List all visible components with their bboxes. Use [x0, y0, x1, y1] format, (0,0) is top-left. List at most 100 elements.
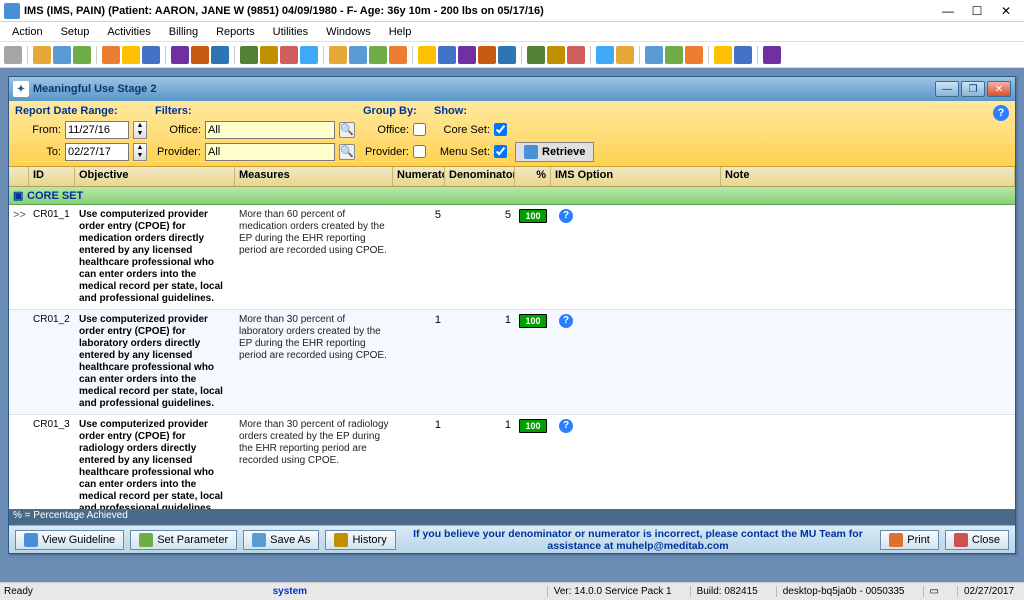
collapse-icon[interactable]: ▣	[13, 189, 27, 202]
menu-billing[interactable]: Billing	[161, 24, 206, 40]
toolbar-icon[interactable]	[714, 46, 732, 64]
menu-help[interactable]: Help	[381, 24, 420, 40]
toolbar-icon[interactable]	[596, 46, 614, 64]
child-window: ✦ Meaningful Use Stage 2 — ❐ ✕ Report Da…	[8, 76, 1016, 554]
th-percent[interactable]: %	[515, 167, 551, 186]
row-help-icon[interactable]: ?	[559, 419, 573, 433]
row-objective: Use computerized provider order entry (C…	[75, 417, 235, 509]
groupby-office-label: Office:	[363, 124, 409, 136]
toolbar-icon[interactable]	[33, 46, 51, 64]
save-as-button[interactable]: Save As	[243, 530, 319, 550]
office-lookup-icon[interactable]: 🔍	[339, 122, 355, 138]
row-measures: More than 30 percent of radiology orders…	[235, 417, 393, 509]
toolbar-icon[interactable]	[349, 46, 367, 64]
toolbar-icon[interactable]	[122, 46, 140, 64]
button-bar: View Guideline Set Parameter Save As His…	[9, 525, 1015, 553]
toolbar-icon[interactable]	[369, 46, 387, 64]
menu-windows[interactable]: Windows	[318, 24, 379, 40]
menu-action[interactable]: Action	[4, 24, 51, 40]
toolbar-icon[interactable]	[685, 46, 703, 64]
th-denominator[interactable]: Denominator	[445, 167, 515, 186]
guideline-icon	[24, 533, 38, 547]
th-imsoption[interactable]: IMS Option	[551, 167, 721, 186]
provider-input[interactable]	[205, 143, 335, 161]
maximize-button[interactable]	[963, 2, 991, 20]
toolbar-icon[interactable]	[280, 46, 298, 64]
toolbar-icon[interactable]	[458, 46, 476, 64]
toolbar-icon[interactable]	[438, 46, 456, 64]
status-version: Ver: 14.0.0 Service Pack 1	[547, 586, 678, 597]
child-minimize-button[interactable]: —	[935, 81, 959, 97]
to-date-input[interactable]	[65, 143, 129, 161]
th-numerator[interactable]: Numerator	[393, 167, 445, 186]
table-row[interactable]: CR01_3Use computerized provider order en…	[9, 415, 1015, 509]
table-body[interactable]: ▣ CORE SET >>CR01_1Use computerized prov…	[9, 187, 1015, 509]
minimize-button[interactable]	[934, 2, 962, 20]
table-row[interactable]: CR01_2Use computerized provider order en…	[9, 310, 1015, 415]
print-button[interactable]: Print	[880, 530, 939, 550]
from-date-spinner[interactable]: ▲▼	[133, 121, 147, 139]
toolbar-icon[interactable]	[665, 46, 683, 64]
groupby-provider-checkbox[interactable]	[413, 145, 426, 158]
row-help-icon[interactable]: ?	[559, 314, 573, 328]
provider-lookup-icon[interactable]: 🔍	[339, 144, 355, 160]
child-restore-button[interactable]: ❐	[961, 81, 985, 97]
th-measures[interactable]: Measures	[235, 167, 393, 186]
row-objective: Use computerized provider order entry (C…	[75, 312, 235, 412]
menu-reports[interactable]: Reports	[208, 24, 263, 40]
from-date-input[interactable]	[65, 121, 129, 139]
office-input[interactable]	[205, 121, 335, 139]
toolbar-icon[interactable]	[102, 46, 120, 64]
set-parameter-button[interactable]: Set Parameter	[130, 530, 237, 550]
toolbar-icon[interactable]	[191, 46, 209, 64]
toolbar-icon[interactable]	[763, 46, 781, 64]
menu-activities[interactable]: Activities	[99, 24, 158, 40]
toolbar-icon[interactable]	[4, 46, 22, 64]
groupby-provider-label: Provider:	[363, 146, 409, 158]
toolbar-icon[interactable]	[478, 46, 496, 64]
groupby-office-checkbox[interactable]	[413, 123, 426, 136]
toolbar-icon[interactable]	[734, 46, 752, 64]
close-app-button[interactable]	[992, 2, 1020, 20]
toolbar-icon[interactable]	[142, 46, 160, 64]
row-percent: 100	[515, 207, 551, 307]
toolbar-icon[interactable]	[53, 46, 71, 64]
table-row[interactable]: >>CR01_1Use computerized provider order …	[9, 205, 1015, 310]
toolbar-icon[interactable]	[418, 46, 436, 64]
toolbar-icon[interactable]	[645, 46, 663, 64]
toolbar-icon[interactable]	[616, 46, 634, 64]
toolbar-icon[interactable]	[547, 46, 565, 64]
help-icon[interactable]: ?	[993, 105, 1009, 121]
th-note[interactable]: Note	[721, 167, 1015, 186]
menu-setup[interactable]: Setup	[53, 24, 98, 40]
toolbar-icon[interactable]	[211, 46, 229, 64]
history-button[interactable]: History	[325, 530, 395, 550]
th-id[interactable]: ID	[29, 167, 75, 186]
row-imsoption: ?	[551, 312, 721, 412]
toolbar-icon[interactable]	[567, 46, 585, 64]
coreset-group-header[interactable]: ▣ CORE SET	[9, 187, 1015, 205]
menuset-checkbox[interactable]	[494, 145, 507, 158]
th-objective[interactable]: Objective	[75, 167, 235, 186]
coreset-checkbox[interactable]	[494, 123, 507, 136]
row-note	[721, 417, 1015, 509]
view-guideline-button[interactable]: View Guideline	[15, 530, 124, 550]
status-ready: Ready	[4, 586, 33, 597]
toolbar-icon[interactable]	[329, 46, 347, 64]
row-help-icon[interactable]: ?	[559, 209, 573, 223]
retrieve-button[interactable]: Retrieve	[515, 142, 594, 162]
toolbar-icon[interactable]	[240, 46, 258, 64]
child-close-button[interactable]: ✕	[987, 81, 1011, 97]
toolbar-icon[interactable]	[527, 46, 545, 64]
toolbar-icon[interactable]	[498, 46, 516, 64]
toolbar-icon[interactable]	[73, 46, 91, 64]
toolbar-icon[interactable]	[389, 46, 407, 64]
close-button[interactable]: Close	[945, 530, 1009, 550]
row-measures: More than 60 percent of medication order…	[235, 207, 393, 307]
toolbar-icon[interactable]	[300, 46, 318, 64]
menu-utilities[interactable]: Utilities	[265, 24, 316, 40]
groupby-label: Group By:	[363, 105, 426, 117]
toolbar-icon[interactable]	[171, 46, 189, 64]
to-date-spinner[interactable]: ▲▼	[133, 143, 147, 161]
toolbar-icon[interactable]	[260, 46, 278, 64]
